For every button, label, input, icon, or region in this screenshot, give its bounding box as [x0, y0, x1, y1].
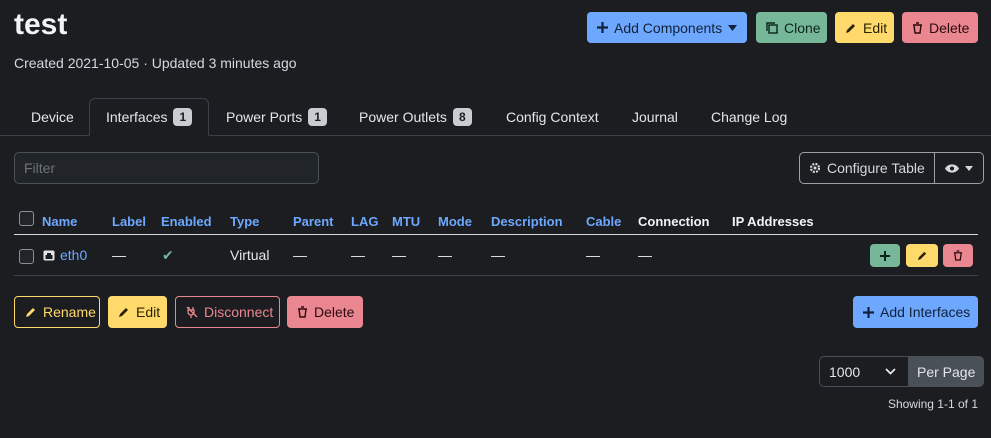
- filter-input[interactable]: [14, 152, 319, 184]
- per-page-label: Per Page: [908, 356, 985, 387]
- add-interfaces-label: Add Interfaces: [880, 304, 971, 320]
- per-page-select[interactable]: 1000: [819, 356, 908, 387]
- tab-label: Change Log: [711, 109, 788, 125]
- plus-icon: [863, 306, 874, 318]
- per-page-value: 1000: [829, 363, 861, 380]
- page-title: test: [14, 8, 68, 41]
- interface-icon: [43, 250, 55, 261]
- add-components-label: Add Components: [614, 19, 723, 36]
- column-enabled[interactable]: Enabled: [161, 214, 212, 229]
- bulk-delete-button[interactable]: Delete: [287, 296, 363, 328]
- tab-power-ports[interactable]: Power Ports 1: [210, 98, 343, 136]
- delete-label: Delete: [929, 19, 970, 36]
- mtu-cell: —: [392, 247, 406, 263]
- row-checkbox[interactable]: [19, 249, 34, 264]
- rename-button[interactable]: Rename: [14, 296, 100, 328]
- clone-label: Clone: [784, 19, 821, 36]
- column-lag[interactable]: LAG: [351, 214, 378, 229]
- results-count: Showing 1-1 of 1: [887, 397, 978, 411]
- connection-cell: —: [638, 247, 652, 263]
- pencil-icon: [26, 308, 35, 317]
- column-visibility-dropdown[interactable]: [933, 153, 983, 183]
- column-ip-addresses: IP Addresses: [732, 214, 814, 229]
- edit-label: Edit: [863, 19, 888, 36]
- bulk-edit-label: Edit: [136, 304, 161, 320]
- trash-icon: [913, 21, 922, 34]
- plus-icon: [880, 250, 890, 261]
- configure-table-label: Configure Table: [827, 160, 925, 176]
- column-parent[interactable]: Parent: [293, 214, 333, 229]
- clone-button[interactable]: Clone: [756, 12, 827, 43]
- rename-label: Rename: [43, 304, 96, 320]
- tab-label: Journal: [632, 109, 678, 125]
- chevron-down-icon: [885, 368, 896, 375]
- tab-change-log[interactable]: Change Log: [695, 98, 803, 136]
- pencil-icon: [119, 308, 128, 317]
- column-cable[interactable]: Cable: [586, 214, 621, 229]
- tab-label: Power Ports: [226, 109, 303, 125]
- disconnect-label: Disconnect: [204, 304, 274, 320]
- tab-bar: Device Interfaces 1 Power Ports 1 Power …: [0, 98, 991, 136]
- configure-table-group: Configure Table: [799, 152, 984, 184]
- column-mtu[interactable]: MTU: [392, 214, 420, 229]
- cable-cell: —: [586, 247, 600, 263]
- tab-power-outlets[interactable]: Power Outlets 8: [343, 98, 488, 136]
- trash-icon: [298, 306, 307, 318]
- enabled-check-icon: ✔: [162, 247, 174, 263]
- column-label[interactable]: Label: [112, 214, 146, 229]
- table-row: eth0 — ✔ Virtual — — — — — — —: [14, 236, 978, 276]
- tab-config-context[interactable]: Config Context: [490, 98, 615, 136]
- column-connection: Connection: [638, 214, 710, 229]
- add-interfaces-button[interactable]: Add Interfaces: [853, 296, 978, 328]
- description-cell: —: [491, 247, 505, 263]
- type-cell: Virtual: [230, 247, 270, 263]
- disconnect-button[interactable]: Disconnect: [175, 296, 280, 328]
- row-add-button[interactable]: [870, 244, 900, 267]
- label-cell: —: [112, 247, 126, 263]
- tab-journal[interactable]: Journal: [616, 98, 694, 136]
- parent-cell: —: [293, 247, 307, 263]
- column-mode[interactable]: Mode: [438, 214, 472, 229]
- edit-button[interactable]: Edit: [835, 12, 894, 43]
- count-badge: 8: [452, 108, 472, 126]
- tab-device[interactable]: Device: [15, 98, 90, 136]
- column-type[interactable]: Type: [230, 214, 259, 229]
- bulk-edit-button[interactable]: Edit: [108, 296, 167, 328]
- delete-button[interactable]: Delete: [902, 12, 978, 43]
- pencil-icon: [917, 251, 926, 261]
- plus-icon: [597, 22, 608, 33]
- pencil-icon: [846, 23, 855, 33]
- trash-icon: [953, 250, 963, 261]
- row-delete-button[interactable]: [943, 244, 973, 267]
- configure-table-button[interactable]: Configure Table: [800, 153, 934, 183]
- row-edit-button[interactable]: [906, 244, 938, 267]
- tab-label: Config Context: [506, 109, 599, 125]
- tab-label: Interfaces: [106, 109, 168, 125]
- interface-name-link[interactable]: eth0: [60, 247, 87, 263]
- tab-label: Device: [31, 109, 74, 125]
- bulk-delete-label: Delete: [314, 304, 355, 320]
- column-description[interactable]: Description: [491, 214, 563, 229]
- lag-cell: —: [351, 247, 365, 263]
- count-badge: 1: [173, 108, 193, 126]
- eye-icon: [944, 163, 959, 173]
- add-components-button[interactable]: Add Components: [587, 12, 747, 43]
- caret-down-icon: [728, 24, 738, 31]
- tab-interfaces[interactable]: Interfaces 1: [89, 98, 209, 136]
- column-name[interactable]: Name: [42, 214, 77, 229]
- caret-down-icon: [964, 165, 973, 171]
- page-meta: Created 2021-10-05 · Updated 3 minutes a…: [14, 55, 297, 71]
- count-badge: 1: [308, 108, 327, 126]
- copy-icon: [766, 21, 778, 34]
- tab-label: Power Outlets: [359, 109, 447, 125]
- per-page-control: 1000 Per Page: [819, 356, 985, 387]
- mode-cell: —: [438, 247, 452, 263]
- table-header: Name Label Enabled Type Parent LAG MTU M…: [14, 206, 978, 235]
- select-all-checkbox[interactable]: [19, 211, 34, 226]
- gear-icon: [809, 162, 821, 174]
- unplug-icon: [186, 306, 198, 318]
